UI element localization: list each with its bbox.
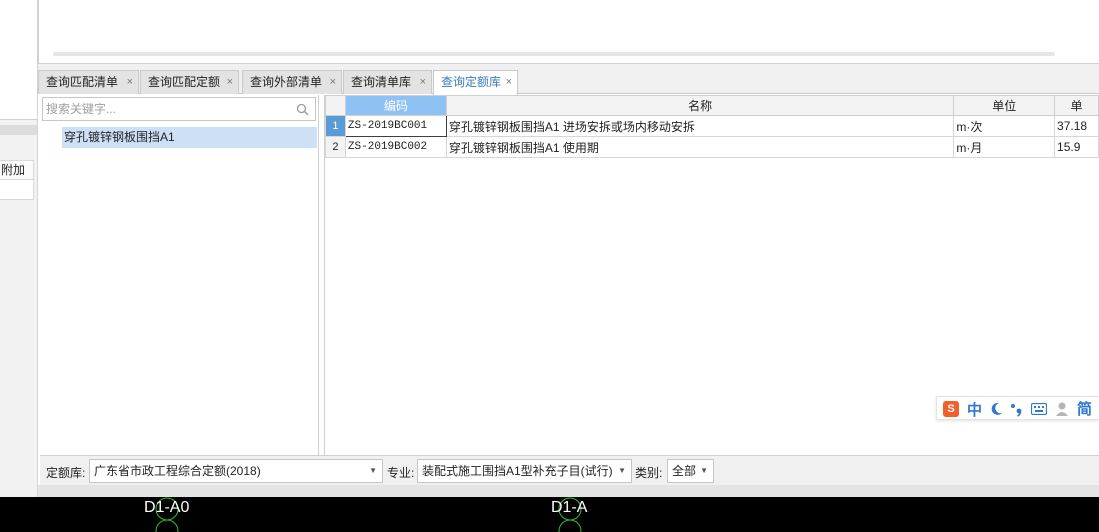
library-value: 广东省市政工程综合定额(2018): [94, 464, 261, 478]
library-label: 定额库:: [46, 466, 86, 480]
search-icon[interactable]: [296, 103, 309, 116]
library-select[interactable]: 广东省市政工程综合定额(2018) ▼: [89, 459, 383, 483]
top-detail-pane: [38, 0, 1099, 64]
filter-bar: 定额库: 广东省市政工程综合定额(2018) ▼ 专业: 装配式施工围挡A1型补…: [40, 455, 1099, 485]
close-icon[interactable]: ×: [127, 71, 133, 93]
ime-mode-toggle[interactable]: 中: [967, 399, 982, 420]
bottom-splitter[interactable]: [38, 485, 1099, 497]
tab-external-list[interactable]: 查询外部清单 ×: [242, 70, 342, 94]
tab-label: 查询外部清单: [250, 75, 323, 89]
tab-label: 查询清单库: [351, 75, 412, 89]
row-number[interactable]: 1: [325, 115, 346, 137]
close-icon[interactable]: ×: [506, 71, 512, 93]
cell-price[interactable]: 37.18: [1054, 115, 1099, 137]
half-width-moon-icon[interactable]: [990, 401, 1004, 417]
table-row[interactable]: 1 ZS-2019BC001 穿孔镀锌钢板围挡A1 进场安拆或场内移动安拆 m·…: [325, 115, 1099, 137]
cell-unit[interactable]: m·次: [953, 115, 1056, 137]
cad-label: D1-A: [551, 499, 588, 516]
cell-unit[interactable]: m·月: [953, 136, 1056, 158]
tab-match-list[interactable]: 查询匹配清单 ×: [38, 70, 139, 94]
chevron-down-icon[interactable]: ▼: [369, 460, 377, 482]
query-tab-bar: 查询匹配清单 × 查询匹配定额 × 查询外部清单 × 查询清单库 × 查询定额库…: [38, 68, 1099, 95]
user-icon[interactable]: [1055, 401, 1069, 417]
addon-column-header: 附加: [0, 160, 34, 180]
tab-label: 查询定额库: [441, 75, 502, 89]
tab-label: 查询匹配清单: [46, 75, 119, 89]
close-icon[interactable]: ×: [420, 71, 426, 93]
chevron-down-icon[interactable]: ▼: [700, 460, 708, 482]
tree-item-selected[interactable]: 穿孔镀锌钢板围挡A1: [62, 127, 317, 148]
cell-code[interactable]: ZS-2019BC001: [344, 115, 447, 137]
cad-marker-circle: [558, 519, 582, 532]
table-header-row: 编码 名称 单位 单: [325, 95, 1099, 116]
chevron-down-icon[interactable]: ▼: [618, 460, 626, 482]
category-value: 全部: [672, 464, 697, 478]
specialty-value: 装配式施工围挡A1型补充子目(试行): [422, 464, 613, 478]
specialty-select[interactable]: 装配式施工围挡A1型补充子目(试行) ▼: [417, 459, 632, 483]
search-box[interactable]: [42, 97, 316, 121]
tab-quota-library[interactable]: 查询定额库 ×: [433, 70, 518, 95]
keyboard-icon[interactable]: [1031, 403, 1047, 415]
cell-price[interactable]: 15.9: [1054, 136, 1099, 158]
row-number[interactable]: 2: [325, 136, 346, 158]
column-header-code[interactable]: 编码: [344, 95, 447, 116]
cell-code[interactable]: ZS-2019BC002: [344, 136, 447, 158]
cell-name[interactable]: 穿孔镀锌钢板围挡A1 进场安拆或场内移动安拆: [445, 115, 955, 137]
table-row[interactable]: 2 ZS-2019BC002 穿孔镀锌钢板围挡A1 使用期 m·月 15.9: [325, 136, 1099, 158]
punctuation-icon[interactable]: [1009, 401, 1025, 417]
sogou-logo-icon[interactable]: S: [943, 401, 959, 417]
left-panel-divider: [0, 125, 37, 135]
cad-label: D1-A0: [144, 499, 190, 516]
cad-viewport[interactable]: D1-A0 D1-A: [0, 497, 1099, 532]
addon-cell[interactable]: [0, 180, 34, 200]
search-input[interactable]: [43, 98, 293, 120]
tab-list-library[interactable]: 查询清单库 ×: [343, 70, 432, 94]
cad-marker-circle: [155, 519, 179, 532]
simplified-toggle[interactable]: 简: [1077, 398, 1092, 419]
category-select[interactable]: 全部 ▼: [667, 459, 714, 483]
row-number-header: [325, 95, 346, 116]
column-header-name[interactable]: 名称: [445, 95, 955, 116]
horizontal-scrollbar[interactable]: [53, 52, 1055, 56]
tab-match-quota[interactable]: 查询匹配定额 ×: [140, 70, 239, 94]
search-panel: 穿孔镀锌钢板围挡A1: [40, 95, 319, 455]
quota-table: 编码 名称 单位 单 1 ZS-2019BC001 穿孔镀锌钢板围挡A1 进场安…: [325, 95, 1099, 158]
cell-name[interactable]: 穿孔镀锌钢板围挡A1 使用期: [445, 136, 955, 158]
column-header-price[interactable]: 单: [1054, 95, 1099, 116]
tab-label: 查询匹配定额: [148, 75, 221, 89]
column-header-unit[interactable]: 单位: [953, 95, 1056, 116]
ime-toolbar[interactable]: S 中 简: [936, 396, 1099, 420]
specialty-label: 专业:: [387, 466, 415, 480]
left-panel-top: [0, 0, 37, 120]
category-label: 类别:: [635, 466, 663, 480]
left-panel-strip: 附加: [0, 0, 38, 497]
close-icon[interactable]: ×: [227, 71, 233, 93]
close-icon[interactable]: ×: [330, 71, 336, 93]
